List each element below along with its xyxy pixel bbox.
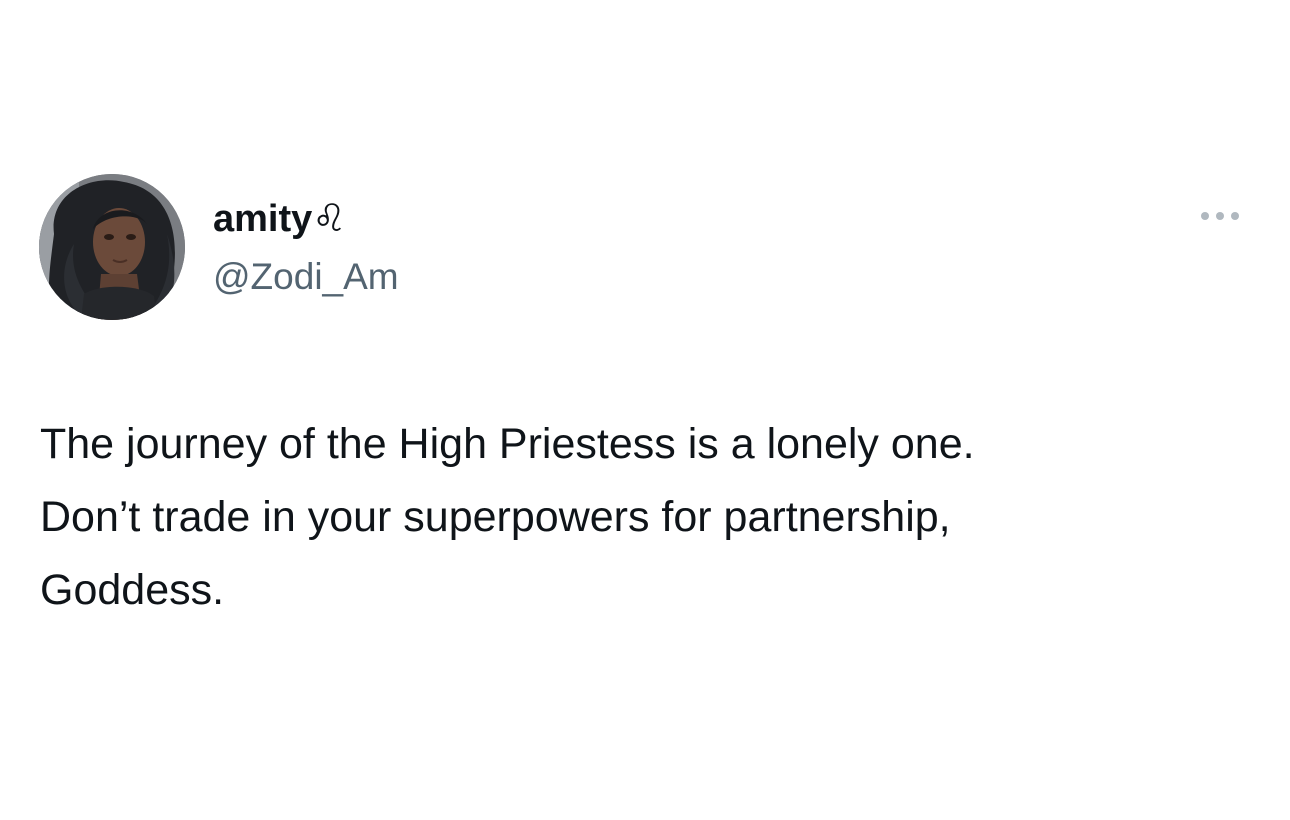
tweet-text-line: Don’t trade in your superpowers for part… xyxy=(40,493,951,541)
author-display-name[interactable]: amity♌ xyxy=(213,196,346,242)
more-options-button[interactable] xyxy=(1194,200,1246,232)
tweet-text-line: Goddess. xyxy=(40,566,225,614)
author-handle[interactable]: @Zodi_Am xyxy=(213,255,399,299)
avatar[interactable] xyxy=(39,174,185,320)
tweet-card: amity♌ @Zodi_Am The journey of the High … xyxy=(0,0,1290,820)
tweet-text: The journey of the High Priestess is a l… xyxy=(40,408,1270,627)
tweet-text-line: The journey of the High Priestess is a l… xyxy=(40,420,975,468)
profile-photo-icon xyxy=(39,174,185,320)
more-horizontal-icon xyxy=(1201,212,1239,220)
